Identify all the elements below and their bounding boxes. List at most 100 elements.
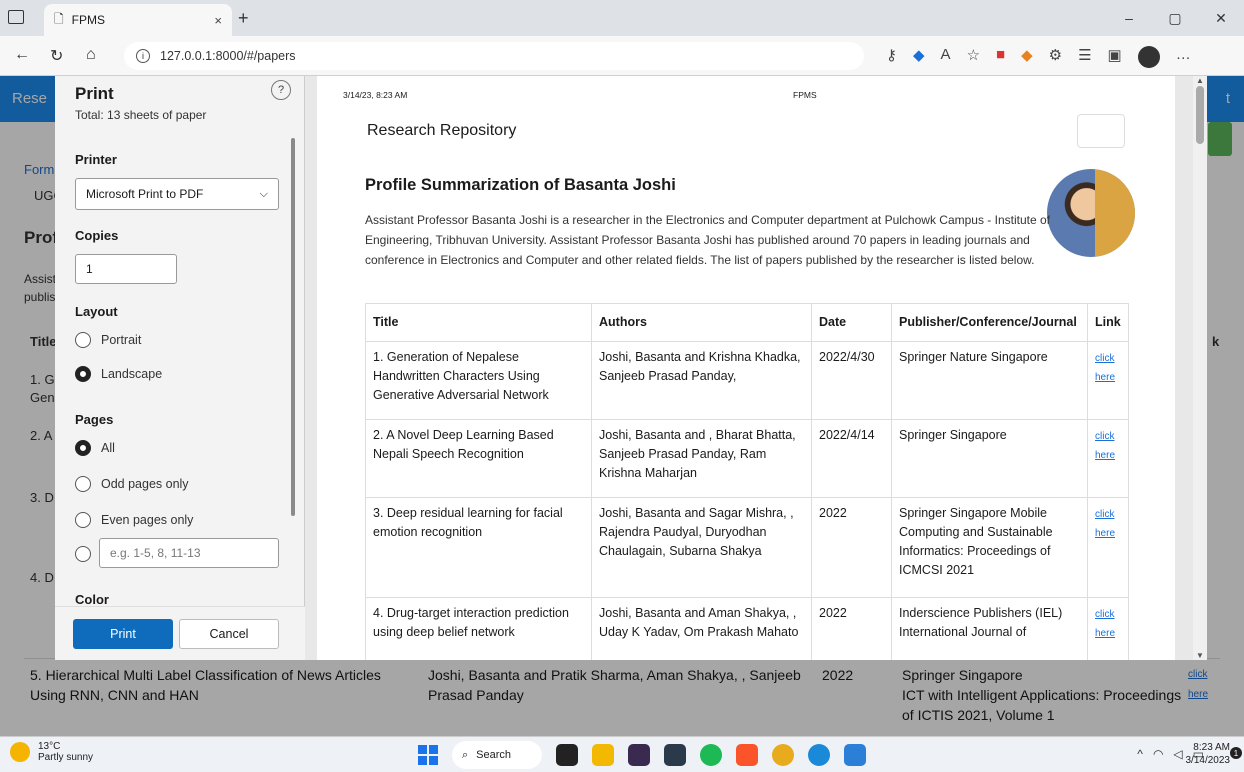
pages-all-label: All (101, 441, 115, 455)
home-icon[interactable]: ⌂ (86, 46, 96, 64)
click-here-link[interactable]: click here (1095, 609, 1115, 639)
info-icon[interactable]: i (136, 49, 150, 63)
browser-tab[interactable]: 🗋 FPMS × (44, 4, 232, 36)
vscode-icon[interactable] (844, 744, 866, 766)
empty-box (1077, 114, 1125, 148)
back-icon[interactable]: ← (14, 46, 30, 64)
metamask-icon[interactable]: ◆ (1021, 46, 1033, 68)
temperature: 13°C (38, 741, 61, 752)
key-icon[interactable]: ⚷ (886, 46, 897, 68)
print-date: 3/14/23, 8:23 AM (343, 90, 408, 100)
wifi-icon[interactable]: ◠ (1153, 747, 1163, 761)
cell-publisher: Springer Nature Singapore (891, 341, 1088, 420)
maximize-button[interactable]: ▢ (1152, 0, 1198, 36)
chrome-icon[interactable] (772, 744, 794, 766)
terminal-icon[interactable] (664, 744, 686, 766)
close-window-button[interactable]: ✕ (1198, 0, 1244, 36)
cell-date: 2022/4/30 (811, 341, 892, 420)
pages-odd-label: Odd pages only (101, 477, 189, 491)
browser-titlebar: 🗋 FPMS × + – ▢ ✕ (0, 0, 1244, 36)
print-button[interactable]: Print (73, 619, 173, 649)
copies-input[interactable]: 1 (75, 254, 177, 284)
scroll-up-icon[interactable]: ▲ (1196, 76, 1204, 85)
col-header: Publisher/Conference/Journal (891, 303, 1088, 342)
tab-close-icon[interactable]: × (214, 13, 222, 28)
read-aloud-icon[interactable]: A (941, 46, 951, 68)
extensions-icon[interactable]: ⚙ (1049, 46, 1062, 68)
favorite-icon[interactable]: ☆ (967, 46, 980, 68)
preview-sheet: 3/14/23, 8:23 AM FPMS Research Repositor… (317, 76, 1175, 660)
panel-scrollbar[interactable] (291, 138, 295, 516)
chevron-down-icon: ⌵ (259, 187, 268, 200)
address-toolbar: ← ↻ ⌂ i 127.0.0.1:8000/#/papers ⚷ ◆ A ☆ … (0, 36, 1244, 76)
radio-icon (75, 546, 91, 562)
collections-icon[interactable]: ▣ (1108, 46, 1122, 68)
print-preview: 3/14/23, 8:23 AM FPMS Research Repositor… (305, 76, 1207, 660)
weather-widget[interactable]: 13°C Partly sunny (10, 741, 93, 763)
printer-select[interactable]: Microsoft Print to PDF ⌵ (75, 178, 279, 210)
print-doc-title: FPMS (793, 90, 817, 100)
page-icon: 🗋 (54, 11, 64, 26)
cell-authors: Joshi, Basanta and Aman Shakya, , Uday K… (591, 597, 812, 660)
windows-start-icon[interactable] (418, 745, 438, 765)
profile-avatar[interactable] (1137, 46, 1160, 68)
file-explorer-icon[interactable] (592, 744, 614, 766)
click-here-link[interactable]: click here (1095, 509, 1115, 539)
sheet-count: Total: 13 sheets of paper (75, 108, 207, 122)
scroll-thumb[interactable] (1196, 86, 1204, 144)
favorites-icon[interactable]: ☰ (1078, 46, 1091, 68)
pages-all-radio[interactable]: All (75, 440, 115, 456)
sidebar-toggle-icon[interactable] (8, 10, 24, 24)
table-row: 3. Deep residual learning for facial emo… (365, 497, 1129, 598)
profile-summary-heading: Profile Summarization of Basanta Joshi (365, 176, 676, 194)
clock[interactable]: 8:23 AM 3/14/2023 (1186, 741, 1231, 767)
taskbar-search[interactable]: ⌕ Search (452, 741, 542, 769)
radio-icon (75, 332, 91, 348)
cell-date: 2022 (811, 597, 892, 660)
tab-title: FPMS (71, 13, 105, 27)
cancel-button[interactable]: Cancel (179, 619, 279, 649)
spotify-icon[interactable] (700, 744, 722, 766)
preview-scrollbar[interactable]: ▲ ▼ (1193, 76, 1207, 660)
task-view-icon[interactable] (556, 744, 578, 766)
pages-even-radio[interactable]: Even pages only (75, 512, 193, 528)
edge-icon[interactable] (808, 744, 830, 766)
copies-label: Copies (75, 228, 119, 243)
layout-landscape-radio[interactable]: Landscape (75, 366, 162, 382)
portrait-label: Portrait (101, 333, 142, 347)
extension-icon[interactable]: ■ (996, 46, 1005, 68)
app-icon[interactable] (628, 744, 650, 766)
cell-authors: Joshi, Basanta and Krishna Khadka, Sanje… (591, 341, 812, 420)
url-text: 127.0.0.1:8000/#/papers (160, 49, 296, 63)
refresh-icon[interactable]: ↻ (50, 46, 63, 66)
pages-custom-radio[interactable] (75, 546, 91, 562)
more-icon[interactable]: … (1176, 46, 1191, 68)
tag-icon[interactable]: ◆ (913, 46, 925, 68)
cell-title: 4. Drug-target interaction prediction us… (365, 597, 592, 660)
click-here-link[interactable]: click here (1095, 431, 1115, 461)
search-label: Search (476, 749, 512, 761)
new-tab-button[interactable]: + (238, 8, 249, 29)
pages-odd-radio[interactable]: Odd pages only (75, 476, 189, 492)
profile-summary-text: Assistant Professor Basanta Joshi is a r… (365, 213, 1050, 267)
printer-label: Printer (75, 152, 117, 167)
clock-date: 3/14/2023 (1185, 755, 1231, 766)
page-range-input[interactable]: e.g. 1-5, 8, 11-13 (99, 538, 279, 568)
col-header: Title (365, 303, 592, 342)
table-row: 2. A Novel Deep Learning Based Nepali Sp… (365, 419, 1129, 498)
brave-icon[interactable] (736, 744, 758, 766)
weather-icon (10, 742, 30, 762)
papers-table: Title Authors Date Publisher/Conference/… (365, 303, 1129, 660)
notification-badge[interactable]: 1 (1230, 747, 1242, 759)
minimize-button[interactable]: – (1106, 0, 1152, 36)
volume-icon[interactable]: ◁ (1173, 747, 1182, 761)
weather-text: Partly sunny (38, 752, 94, 763)
dialog-footer: Print Cancel (55, 606, 305, 660)
help-icon[interactable]: ? (271, 80, 291, 100)
url-bar[interactable]: i 127.0.0.1:8000/#/papers (124, 42, 864, 70)
layout-portrait-radio[interactable]: Portrait (75, 332, 141, 348)
chevron-up-icon[interactable]: ^ (1137, 747, 1143, 761)
cell-title: 1. Generation of Nepalese Handwritten Ch… (365, 341, 592, 420)
click-here-link[interactable]: click here (1095, 353, 1115, 383)
scroll-down-icon[interactable]: ▼ (1196, 651, 1204, 660)
